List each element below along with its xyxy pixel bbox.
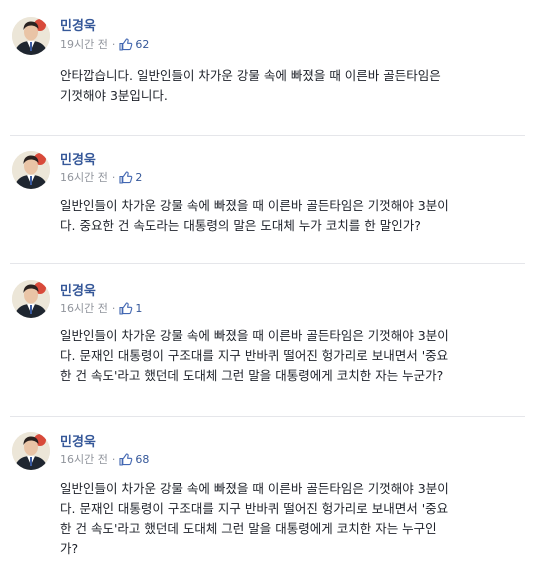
comment-text-line: 한 건 속도'라고 했던데 도대체 그런 말을 대통령에게 코치한 자는 누구인 [60, 521, 437, 536]
timestamp[interactable]: 16시간 전 [60, 300, 108, 316]
like-count: 2 [135, 170, 143, 184]
separator: · [111, 301, 116, 315]
like-button[interactable]: 2 [119, 171, 142, 184]
comment-meta: 16시간 전 · 1 [60, 300, 142, 316]
comment-text-line: 한 건 속도'라고 했던데 도대체 그런 말을 대통령에게 코치한 자는 누군가… [60, 368, 444, 383]
profile-photo [12, 280, 50, 318]
like-button[interactable]: 62 [119, 38, 149, 51]
like-count: 68 [135, 452, 150, 466]
profile-photo [12, 432, 50, 470]
profile-photo [12, 151, 50, 189]
timestamp[interactable]: 19시간 전 [60, 36, 108, 52]
separator: · [111, 170, 116, 184]
comment-text-line: 일반인들이 차가운 강물 속에 빠졌을 때 이른바 골든타임은 기껏해야 3분이 [60, 481, 449, 496]
separator: · [111, 37, 116, 51]
like-button[interactable]: 68 [119, 453, 149, 466]
like-count: 62 [135, 37, 150, 51]
comment-text-line: 가? [60, 541, 79, 556]
divider [10, 416, 525, 417]
comment-text: 일반인들이 차가운 강물 속에 빠졌을 때 이른바 골든타임은 기껏해야 3분이… [60, 326, 525, 386]
comment-text-line: 다. 문재인 대통령이 구조대를 지구 반바퀴 떨어진 헝가리로 보내면서 '중… [60, 348, 449, 363]
comment-feed: 민경욱 19시간 전 · 62 안타깝습니다. 일반인들이 차가운 강물 속에 … [0, 0, 539, 575]
comment-text-line: 다. 문재인 대통령이 구조대를 지구 반바퀴 떨어진 헝가리로 보내면서 '중… [60, 501, 449, 516]
avatar[interactable] [12, 432, 50, 470]
thumbs-up-icon [119, 170, 133, 184]
author-name[interactable]: 민경욱 [60, 149, 96, 168]
avatar[interactable] [12, 17, 50, 55]
divider [10, 135, 525, 136]
thumbs-up-icon [119, 301, 133, 315]
comment-text: 안타깝습니다. 일반인들이 차가운 강물 속에 빠졌을 때 이른바 골든타임은 … [60, 66, 525, 106]
profile-photo [12, 17, 50, 55]
avatar[interactable] [12, 151, 50, 189]
comment-text: 일반인들이 차가운 강물 속에 빠졌을 때 이른바 골든타임은 기껏해야 3분이… [60, 479, 525, 559]
timestamp[interactable]: 16시간 전 [60, 451, 108, 467]
thumbs-up-icon [119, 37, 133, 51]
like-button[interactable]: 1 [119, 302, 142, 315]
comment-text-line: 기껏해야 3분입니다. [60, 88, 168, 103]
comment-text-line: 다. 중요한 건 속도라는 대통령의 말은 도대체 누가 코치를 한 말인가? [60, 218, 421, 233]
comment-text-line: 일반인들이 차가운 강물 속에 빠졌을 때 이른바 골든타임은 기껏해야 3분이 [60, 198, 449, 213]
author-name[interactable]: 민경욱 [60, 15, 96, 34]
timestamp[interactable]: 16시간 전 [60, 169, 108, 185]
like-count: 1 [135, 301, 143, 315]
comment-text-line: 안타깝습니다. 일반인들이 차가운 강물 속에 빠졌을 때 이른바 골든타임은 [60, 68, 441, 83]
thumbs-up-icon [119, 452, 133, 466]
comment-meta: 16시간 전 · 68 [60, 451, 149, 467]
author-name[interactable]: 민경욱 [60, 280, 96, 299]
comment-meta: 16시간 전 · 2 [60, 169, 142, 185]
separator: · [111, 452, 116, 466]
comment-meta: 19시간 전 · 62 [60, 36, 149, 52]
author-name[interactable]: 민경욱 [60, 431, 96, 450]
divider [10, 263, 525, 264]
avatar[interactable] [12, 280, 50, 318]
comment-text-line: 일반인들이 차가운 강물 속에 빠졌을 때 이른바 골든타임은 기껏해야 3분이 [60, 328, 449, 343]
comment-text: 일반인들이 차가운 강물 속에 빠졌을 때 이른바 골든타임은 기껏해야 3분이… [60, 196, 525, 236]
